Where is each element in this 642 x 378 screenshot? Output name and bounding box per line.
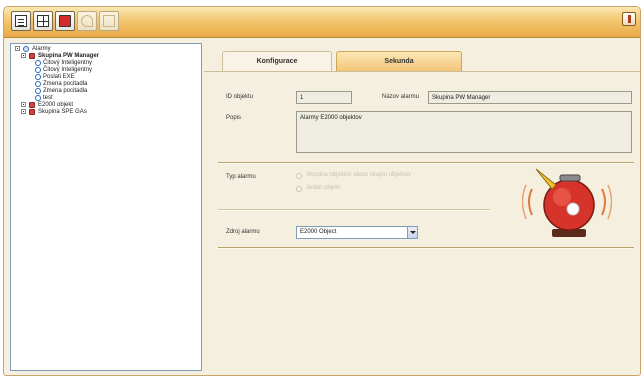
group-folder-icon bbox=[29, 53, 35, 59]
object-tree[interactable]: Alarmy Skupina PW Manager Čitový Intelig… bbox=[10, 43, 202, 371]
source-select-value: E2000 Object bbox=[300, 229, 337, 235]
toolbar bbox=[4, 7, 640, 38]
tree-node-item[interactable]: test bbox=[11, 95, 201, 102]
tree-node-group[interactable]: Skupina SPE GAs bbox=[11, 109, 201, 116]
alarm-item-icon bbox=[35, 88, 41, 94]
alarm-button bbox=[566, 202, 580, 216]
alarm-item-icon bbox=[35, 60, 41, 66]
tree-node-label: Zmena pocitadla bbox=[43, 88, 88, 94]
list-view-button[interactable] bbox=[11, 11, 31, 31]
id-field[interactable]: 1 bbox=[296, 91, 352, 104]
tree-node-label: Poslati EXE bbox=[43, 74, 75, 80]
tree-node-label: Čitový Inteligentny bbox=[43, 60, 93, 66]
group-radio[interactable] bbox=[296, 173, 302, 179]
name-field[interactable]: Skupina PW Manager bbox=[428, 91, 632, 104]
undo-button[interactable] bbox=[77, 11, 97, 31]
alarm-bell-icon bbox=[522, 168, 612, 237]
alarms-globe-icon bbox=[23, 46, 29, 52]
tree-node-item[interactable]: Poslati EXE bbox=[11, 74, 201, 81]
description-label: Popis bbox=[226, 115, 242, 121]
undo-icon bbox=[81, 15, 93, 27]
tree-node-label: Čitový Inteligentny bbox=[43, 67, 93, 73]
source-select[interactable]: E2000 Object bbox=[296, 226, 418, 239]
save-button[interactable] bbox=[99, 11, 119, 31]
alarm-wave-icon bbox=[522, 184, 527, 220]
name-label: Názov alarmu bbox=[382, 94, 420, 100]
alarm-wave-icon bbox=[601, 188, 606, 216]
tree-node-label: Alarmy bbox=[32, 46, 51, 52]
id-label: ID objektu bbox=[226, 94, 254, 100]
group-folder-icon bbox=[29, 102, 35, 108]
separator bbox=[218, 209, 490, 211]
list-icon bbox=[15, 15, 27, 27]
expand-toggle-icon[interactable] bbox=[21, 109, 26, 114]
delete-icon bbox=[59, 15, 71, 27]
source-label: Zdroj alarmu bbox=[226, 229, 260, 235]
application-window: Alarmy Skupina PW Manager Čitový Intelig… bbox=[3, 6, 641, 376]
tree-node-label: Zmena pocitadla bbox=[43, 81, 88, 87]
alarm-item-icon bbox=[35, 67, 41, 73]
save-icon bbox=[103, 15, 115, 27]
collapse-toggle-icon[interactable] bbox=[21, 53, 26, 58]
description-field[interactable]: Alarmy E2000 objektov bbox=[296, 111, 632, 153]
tree-node-item[interactable]: Čitový Inteligentny bbox=[11, 67, 201, 74]
alarm-item-icon bbox=[35, 74, 41, 80]
tree-node-label: test bbox=[43, 95, 53, 101]
alarm-wave-icon bbox=[607, 184, 612, 220]
tree-node-label: Skupina PW Manager bbox=[38, 53, 100, 59]
group-radio-label: Skupina objektov alebo skupin objektov bbox=[306, 172, 412, 178]
close-button[interactable] bbox=[622, 12, 636, 26]
tab-konfigurace[interactable]: Konfigurace bbox=[222, 51, 332, 71]
type-label: Typ alarmu bbox=[226, 174, 256, 180]
tree-node-group[interactable]: Skupina PW Manager bbox=[11, 53, 201, 60]
grid-icon bbox=[37, 15, 49, 27]
collapse-toggle-icon[interactable] bbox=[15, 46, 20, 51]
tree-node-label: E2000 objekt bbox=[38, 102, 74, 108]
tree-node-label: Skupina SPE GAs bbox=[38, 109, 87, 115]
grid-view-button[interactable] bbox=[33, 11, 53, 31]
expand-toggle-icon[interactable] bbox=[21, 102, 26, 107]
tree-node-group[interactable]: E2000 objekt bbox=[11, 102, 201, 109]
single-object-radio[interactable] bbox=[296, 186, 302, 192]
alarm-item-icon bbox=[35, 81, 41, 87]
tab-sekunda[interactable]: Sekunda bbox=[336, 51, 462, 71]
single-object-radio-label: Jeden objekt bbox=[306, 185, 341, 191]
tree-node-item[interactable]: Zmena pocitadla bbox=[11, 81, 201, 88]
lightning-icon bbox=[535, 168, 557, 190]
alarm-top bbox=[559, 174, 581, 182]
alarm-wave-icon bbox=[528, 188, 533, 216]
separator bbox=[218, 247, 634, 249]
alarm-highlight bbox=[553, 188, 571, 206]
group-folder-icon bbox=[29, 109, 35, 115]
tab-underline bbox=[204, 71, 640, 72]
alarm-item-icon bbox=[35, 95, 41, 101]
tree-node-item[interactable]: Zmena pocitadla bbox=[11, 88, 201, 95]
delete-button[interactable] bbox=[55, 11, 75, 31]
tree-node-root[interactable]: Alarmy bbox=[11, 46, 201, 53]
chevron-down-icon[interactable] bbox=[407, 227, 417, 238]
tree-node-item[interactable]: Čitový Inteligentny bbox=[11, 60, 201, 67]
